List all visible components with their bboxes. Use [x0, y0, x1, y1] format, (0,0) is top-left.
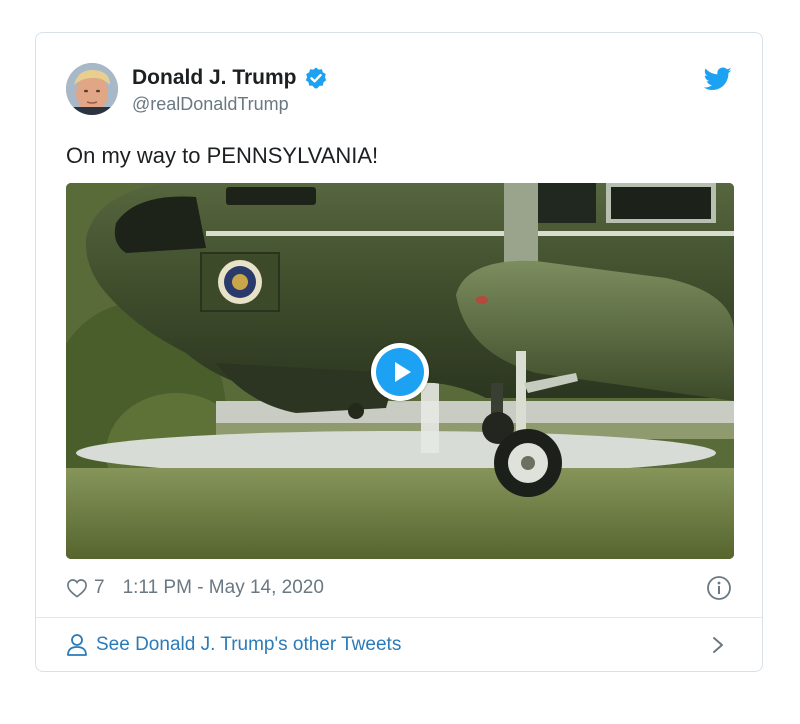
twitter-bird-icon[interactable]	[703, 67, 732, 91]
tweet-header: Donald J. Trump @realDonaldTrump	[66, 63, 732, 119]
divider	[36, 617, 762, 618]
tweet-card[interactable]: Donald J. Trump @realDonaldTrump On my w…	[35, 32, 763, 672]
handle[interactable]: @realDonaldTrump	[132, 94, 328, 115]
display-name[interactable]: Donald J. Trump	[132, 66, 297, 90]
play-icon	[395, 362, 411, 382]
timestamp[interactable]: 1:11 PM - May 14, 2020	[123, 577, 324, 599]
info-icon[interactable]	[706, 575, 732, 601]
chevron-right-icon[interactable]	[710, 635, 726, 655]
see-more-link[interactable]: See Donald J. Trump's other Tweets	[66, 627, 732, 663]
play-button[interactable]	[371, 343, 429, 401]
verified-badge-icon	[304, 66, 328, 90]
avatar[interactable]	[66, 63, 118, 115]
tweet-meta: 7 1:11 PM - May 14, 2020	[66, 573, 732, 603]
author-names: Donald J. Trump @realDonaldTrump	[132, 65, 328, 115]
heart-icon[interactable]	[66, 578, 88, 598]
tweet-text: On my way to PENNSYLVANIA!	[66, 143, 379, 168]
video-thumbnail[interactable]	[66, 183, 734, 559]
like-count[interactable]: 7	[94, 577, 105, 599]
person-icon	[67, 634, 87, 656]
see-more-label[interactable]: See Donald J. Trump's other Tweets	[96, 634, 401, 656]
